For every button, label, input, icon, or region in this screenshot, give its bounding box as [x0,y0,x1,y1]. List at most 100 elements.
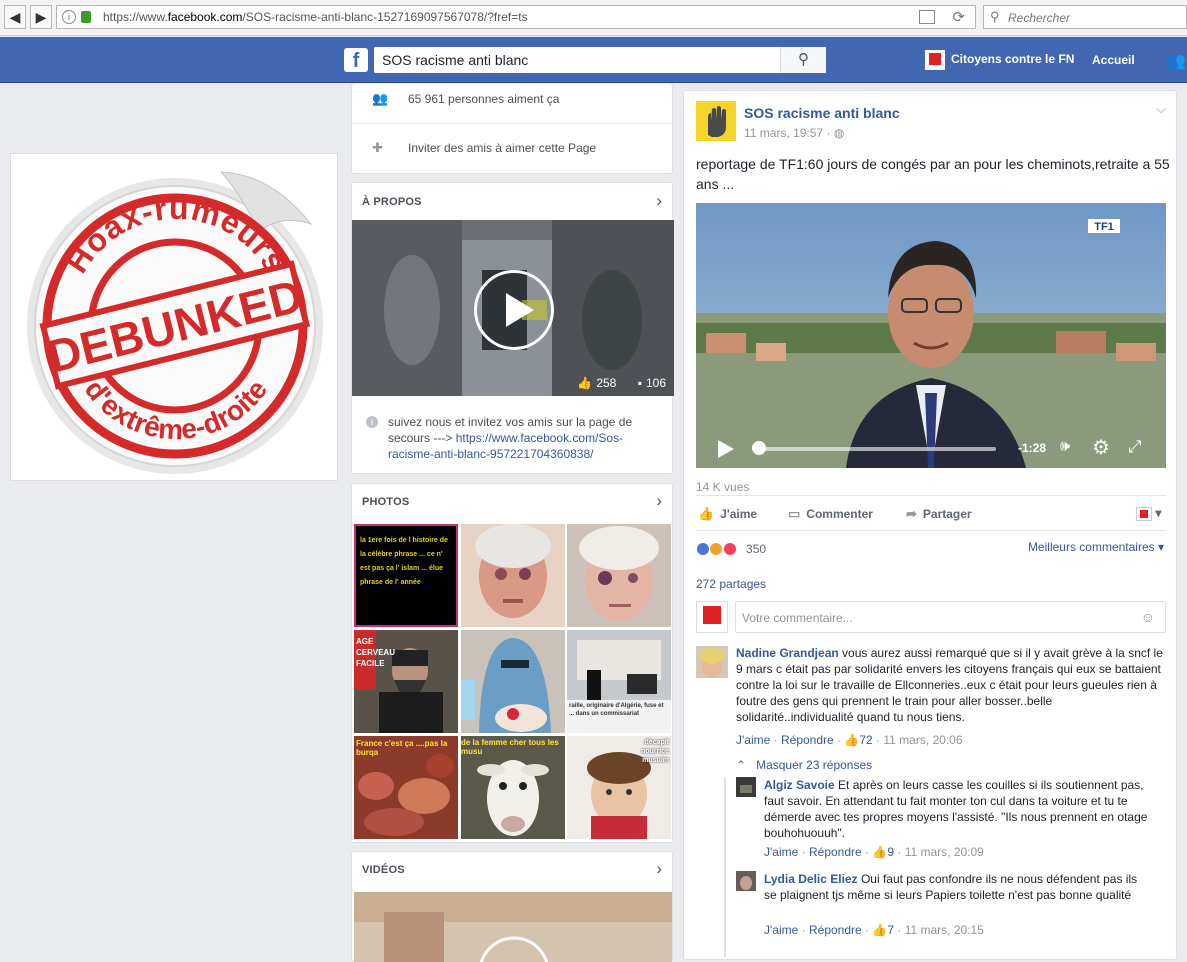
photos-title[interactable]: PHOTOS [362,496,409,508]
avatar[interactable] [736,871,756,891]
post-card: SOS racisme anti blanc 11 mars, 19:57 · … [683,90,1177,960]
like-button[interactable]: 👍 J'aime [698,506,757,522]
caret-down-icon: ▾ [1155,506,1162,520]
chevron-right-icon[interactable]: › [656,491,662,511]
invite-label: Inviter des amis à aimer cette Page [408,141,597,155]
volume-icon[interactable]: 🕪 [1060,438,1070,456]
emoji-icon[interactable]: ☺ [1141,609,1155,625]
photo-thumbnail[interactable]: AGE CERVEAU FACILE [354,630,458,733]
play-icon[interactable] [718,440,734,458]
page-name-link[interactable]: SOS racisme anti blanc [744,105,900,121]
comment-body: Nadine Grandjean vous aurez aussi remarq… [736,645,1164,725]
photo-thumbnail[interactable]: raille, originaire d'Algérie, fuse et ..… [567,630,671,733]
reaction-summary[interactable]: 350 [696,541,766,556]
fullscreen-icon[interactable]: ⤢ [1128,437,1142,457]
comment-icon: ▭ [788,506,801,521]
about-title[interactable]: À PROPOS [362,196,422,208]
photo-thumbnail[interactable]: France c'est ça ....pas la burqa [354,736,458,839]
browser-search-input[interactable]: ⚲ Rechercher [983,5,1187,29]
share-count-link[interactable]: 272 partages [696,577,766,591]
home-link[interactable]: Accueil [1092,53,1135,67]
video-progress-bar[interactable] [756,447,996,451]
share-arrow-icon: ➦ [906,506,917,521]
photo-caption: décapit nourrice musulm [640,739,669,764]
video-controls: -1:28 🕪 ⚙ ⤢ [696,428,1166,468]
comment-like-count[interactable]: 👍72 [844,733,872,747]
chevron-right-icon[interactable]: › [656,191,662,211]
hide-replies-link[interactable]: ⌃ Masquer 23 réponses [736,758,872,772]
people-icon: 👥 [372,91,389,106]
post-video[interactable]: TF1 -1:28 🕪 ⚙ ⤢ [696,203,1166,468]
reload-icon[interactable]: ⟳ [952,8,965,26]
reader-view-icon[interactable] [919,10,935,24]
likes-row[interactable]: 👥 65 961 personnes aiment ça [352,76,672,124]
friends-icon[interactable]: 👥 [1166,51,1186,71]
reply-reply-link[interactable]: Répondre [809,845,862,859]
photo-thumbnail[interactable] [461,524,565,627]
photo-thumbnail[interactable] [567,524,671,627]
settings-gear-icon[interactable]: ⚙ [1092,435,1110,460]
info-icon: i [366,416,378,428]
address-bar[interactable]: i https://www.facebook.com/SOS-racisme-a… [56,5,976,29]
post-options-chevron-icon[interactable]: ⌵ [1156,101,1166,117]
info-icon[interactable]: i [62,10,76,24]
post-text: reportage de TF1:60 jours de congés par … [696,156,1170,192]
back-button[interactable]: ◀ [4,5,26,29]
videos-title[interactable]: VIDÉOS [362,864,405,876]
share-button[interactable]: ➦ Partager [906,506,972,522]
photo-thumbnail[interactable]: la 1ere fois de l histoire de la célèbre… [354,524,458,627]
reply-date[interactable]: 11 mars, 20:15 [905,923,984,937]
reply-date[interactable]: 11 mars, 20:09 [905,845,984,859]
reply-like-link[interactable]: J'aime [764,923,798,937]
comment-like-link[interactable]: J'aime [736,733,770,747]
avatar [925,50,945,70]
forward-button[interactable]: ▶ [30,5,52,29]
video-scrubber[interactable] [752,441,766,455]
photo-thumbnail[interactable]: de la femme cher tous les musu [461,736,565,839]
reply-reply-link[interactable]: Répondre [809,923,862,937]
comment-sort-dropdown[interactable]: Meilleurs commentaires ▾ [1028,540,1164,554]
post-timestamp[interactable]: 11 mars, 19:57 · ◍ [744,126,844,140]
facebook-search-input[interactable]: SOS racisme anti blanc ⚲ [374,47,826,73]
photo-caption: AGE CERVEAU FACILE [356,637,395,668]
reply-item: Lydia Delic Eliez Oui faut pas confondre… [736,871,1161,941]
comment-input[interactable]: Votre commentaire... ☺ [735,601,1166,633]
post-as-selector[interactable]: ▾ [1136,506,1161,521]
post-actions: 👍 J'aime ▭ Commenter ➦ Partager ▾ [696,495,1166,531]
photo-caption: de la femme cher tous les musu [461,738,559,756]
invite-row[interactable]: ✚ Inviter des amis à aimer cette Page [352,125,672,173]
page-avatar[interactable] [696,101,736,141]
play-icon[interactable] [474,270,554,350]
reply-like-link[interactable]: J'aime [764,845,798,859]
photo-thumbnail[interactable] [461,630,565,733]
comment-reply-link[interactable]: Répondre [781,733,834,747]
comment-date[interactable]: 11 mars, 20:06 [883,733,962,747]
avatar[interactable] [696,646,728,678]
photo-thumbnail[interactable]: décapit nourrice musulm [567,736,671,839]
video-comment-count: 106 [645,376,666,390]
facebook-logo-icon[interactable]: f [344,48,368,72]
reply-thread-line [724,777,726,957]
comment-meta: J'aime · Répondre · 👍72 · 11 mars, 20:06 [736,733,963,747]
replier-name-link[interactable]: Algiz Savoie [764,778,835,792]
comment-button[interactable]: ▭ Commenter [788,506,873,522]
comment-composer: Votre commentaire... ☺ [696,601,1166,635]
debunked-sticker-image: Hoax-rumeurs DEBUNKED d'extrême-droite [10,153,338,481]
photo-caption: raille, originaire d'Algérie, fuse et ..… [569,703,664,717]
profile-link[interactable]: Citoyens contre le FN [925,50,1074,70]
url-text[interactable]: https://www.facebook.com/SOS-racisme-ant… [103,10,528,24]
avatar[interactable] [736,777,756,797]
reply-like-count[interactable]: 👍9 [872,845,894,859]
video-like-count: 258 [596,376,617,390]
like-reaction-icon [696,541,710,556]
replier-name-link[interactable]: Lydia Delic Eliez [764,872,858,886]
thumbs-up-icon: 👍 [872,845,888,859]
view-count: 14 K vues [696,480,750,494]
video-stats: 👍 258 ▪ 106 [573,376,666,390]
chevron-right-icon[interactable]: › [656,859,662,879]
reply-likes: 9 [887,845,895,859]
search-button[interactable]: ⚲ [780,47,826,73]
about-video[interactable]: 👍 258 ▪ 106 [352,220,674,396]
reply-like-count[interactable]: 👍7 [872,923,894,937]
commenter-name-link[interactable]: Nadine Grandjean [736,646,839,660]
